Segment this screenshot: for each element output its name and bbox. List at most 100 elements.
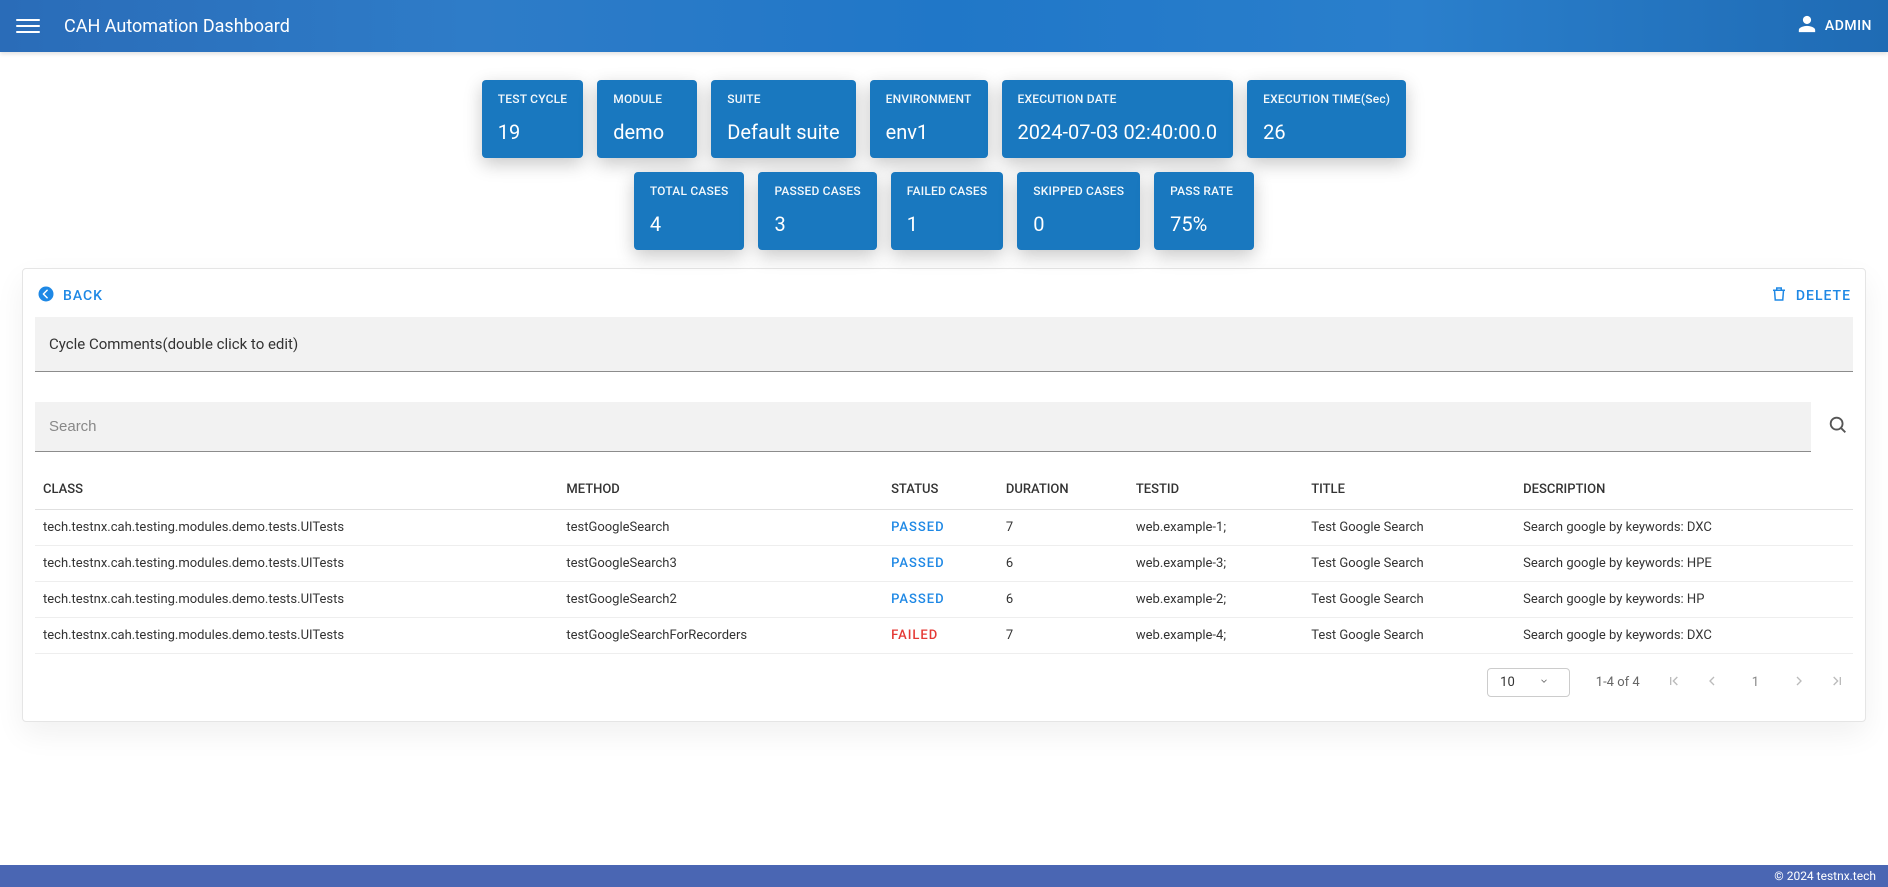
card-value: env1	[886, 120, 972, 144]
table-cell: testGoogleSearch3	[558, 546, 883, 582]
table-cell: tech.testnx.cah.testing.modules.demo.tes…	[35, 618, 558, 654]
table-cell: Search google by keywords: DXC	[1515, 510, 1853, 546]
page-next-button[interactable]	[1791, 673, 1807, 693]
card-value: Default suite	[727, 120, 839, 144]
table-row[interactable]: tech.testnx.cah.testing.modules.demo.tes…	[35, 546, 1853, 582]
card-value: 3	[774, 212, 860, 236]
summary-card: ENVIRONMENT env1	[870, 80, 988, 158]
table-cell: web.example-4;	[1128, 618, 1303, 654]
card-value: 19	[498, 120, 567, 144]
cycle-comments[interactable]: Cycle Comments(double click to edit)	[35, 317, 1853, 372]
page-current: 1	[1742, 675, 1769, 690]
summary-cards: TEST CYCLE 19 MODULE demo SUITE Default suite…	[0, 52, 1888, 268]
column-header[interactable]: STATUS	[883, 470, 998, 510]
card-value: 2024-07-03 02:40:00.0	[1018, 120, 1218, 144]
table-cell: Search google by keywords: HPE	[1515, 546, 1853, 582]
table-cell: testGoogleSearch	[558, 510, 883, 546]
table-cell: Test Google Search	[1303, 582, 1515, 618]
card-label: TOTAL CASES	[650, 184, 729, 198]
column-header[interactable]: TITLE	[1303, 470, 1515, 510]
page-range: 1-4 of 4	[1596, 675, 1640, 690]
table-cell: PASSED	[883, 546, 998, 582]
column-header[interactable]: TESTID	[1128, 470, 1303, 510]
card-label: TEST CYCLE	[498, 92, 567, 106]
table-cell: web.example-3;	[1128, 546, 1303, 582]
table-cell: testGoogleSearch2	[558, 582, 883, 618]
card-value: 0	[1033, 212, 1124, 236]
chevron-down-icon	[1539, 675, 1549, 690]
table-cell: 7	[998, 510, 1128, 546]
trash-icon	[1770, 285, 1788, 307]
card-value: 4	[650, 212, 729, 236]
page-prev-button[interactable]	[1704, 673, 1720, 693]
card-label: SUITE	[727, 92, 839, 106]
card-label: EXECUTION DATE	[1018, 92, 1218, 106]
table-row[interactable]: tech.testnx.cah.testing.modules.demo.tes…	[35, 582, 1853, 618]
results-table: CLASSMETHODSTATUSDURATIONTESTIDTITLEDESC…	[35, 470, 1853, 654]
search-input[interactable]	[35, 402, 1811, 452]
delete-button[interactable]: DELETE	[1770, 285, 1851, 307]
table-row[interactable]: tech.testnx.cah.testing.modules.demo.tes…	[35, 510, 1853, 546]
app-title: CAH Automation Dashboard	[64, 16, 290, 37]
menu-icon[interactable]	[16, 14, 40, 38]
table-cell: PASSED	[883, 582, 998, 618]
summary-card: PASS RATE 75%	[1154, 172, 1254, 250]
back-button[interactable]: BACK	[37, 285, 103, 307]
card-label: FAILED CASES	[907, 184, 988, 198]
table-cell: Test Google Search	[1303, 510, 1515, 546]
table-cell: tech.testnx.cah.testing.modules.demo.tes…	[35, 546, 558, 582]
summary-card: MODULE demo	[597, 80, 697, 158]
user-menu[interactable]: ADMIN	[1797, 14, 1872, 38]
card-label: SKIPPED CASES	[1033, 184, 1124, 198]
search-icon[interactable]	[1823, 410, 1853, 444]
delete-label: DELETE	[1796, 288, 1851, 304]
card-label: MODULE	[613, 92, 681, 106]
summary-card: PASSED CASES 3	[758, 172, 876, 250]
page-size-select[interactable]: 10	[1487, 668, 1570, 697]
table-cell: 6	[998, 546, 1128, 582]
table-cell: 6	[998, 582, 1128, 618]
card-label: PASS RATE	[1170, 184, 1238, 198]
table-cell: Test Google Search	[1303, 546, 1515, 582]
table-cell: web.example-2;	[1128, 582, 1303, 618]
column-header[interactable]: CLASS	[35, 470, 558, 510]
summary-card: EXECUTION TIME(Sec) 26	[1247, 80, 1406, 158]
app-header: CAH Automation Dashboard ADMIN	[0, 0, 1888, 52]
column-header[interactable]: DURATION	[998, 470, 1128, 510]
card-label: PASSED CASES	[774, 184, 860, 198]
table-cell: web.example-1;	[1128, 510, 1303, 546]
card-value: demo	[613, 120, 681, 144]
page-size-value: 10	[1500, 675, 1515, 690]
summary-card: SUITE Default suite	[711, 80, 855, 158]
table-cell: tech.testnx.cah.testing.modules.demo.tes…	[35, 510, 558, 546]
summary-card: FAILED CASES 1	[891, 172, 1004, 250]
summary-card: SKIPPED CASES 0	[1017, 172, 1140, 250]
table-cell: tech.testnx.cah.testing.modules.demo.tes…	[35, 582, 558, 618]
table-cell: PASSED	[883, 510, 998, 546]
summary-card: EXECUTION DATE 2024-07-03 02:40:00.0	[1002, 80, 1234, 158]
back-label: BACK	[63, 288, 103, 304]
table-cell: testGoogleSearchForRecorders	[558, 618, 883, 654]
user-icon	[1797, 14, 1817, 38]
column-header[interactable]: METHOD	[558, 470, 883, 510]
table-cell: FAILED	[883, 618, 998, 654]
card-value: 1	[907, 212, 988, 236]
results-panel: BACK DELETE Cycle Comments(double click …	[22, 268, 1866, 722]
summary-card: TEST CYCLE 19	[482, 80, 583, 158]
table-cell: Search google by keywords: HP	[1515, 582, 1853, 618]
page-last-button[interactable]	[1829, 673, 1845, 693]
column-header[interactable]: DESCRIPTION	[1515, 470, 1853, 510]
table-row[interactable]: tech.testnx.cah.testing.modules.demo.tes…	[35, 618, 1853, 654]
arrow-left-icon	[37, 285, 55, 307]
card-value: 75%	[1170, 212, 1238, 236]
page-first-button[interactable]	[1666, 673, 1682, 693]
user-label: ADMIN	[1825, 18, 1872, 34]
card-label: ENVIRONMENT	[886, 92, 972, 106]
card-label: EXECUTION TIME(Sec)	[1263, 92, 1390, 106]
card-value: 26	[1263, 120, 1390, 144]
table-cell: 7	[998, 618, 1128, 654]
table-cell: Search google by keywords: DXC	[1515, 618, 1853, 654]
summary-card: TOTAL CASES 4	[634, 172, 745, 250]
paginator: 10 1-4 of 4 1	[35, 654, 1853, 697]
footer: © 2024 testnx.tech	[0, 865, 1888, 887]
